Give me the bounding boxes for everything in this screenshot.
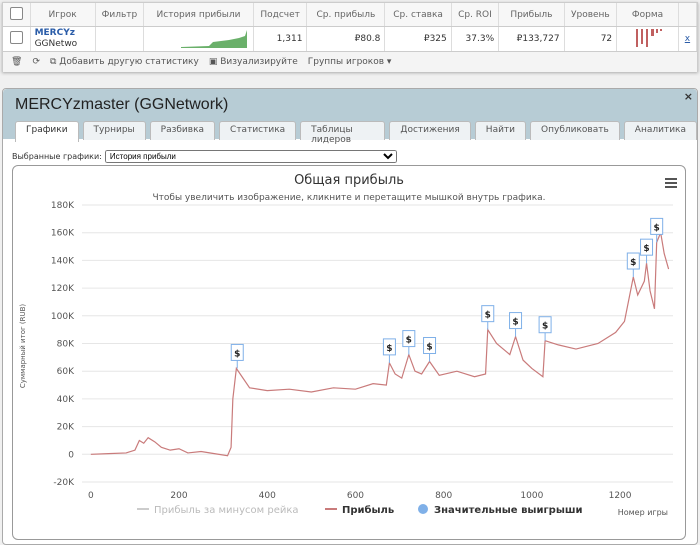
column-header[interactable]: Прибыль	[498, 3, 565, 27]
x-tick-label: 1200	[609, 491, 632, 501]
selected-charts-select[interactable]: История прибыли	[104, 150, 397, 163]
tab-6[interactable]: Найти	[474, 121, 527, 140]
tab-4[interactable]: Таблицы лидеров	[300, 121, 386, 145]
player-groups-dropdown[interactable]: Группы игроков ▾	[308, 57, 392, 67]
row-checkbox[interactable]	[9, 31, 23, 44]
marker-label: $	[654, 223, 660, 233]
tab-7[interactable]: Опубликовать	[530, 121, 620, 140]
visualize-button[interactable]: ▣ Визуализируйте	[209, 57, 298, 67]
profit-cell: ₽133,727	[498, 26, 565, 52]
legend-item: Прибыль	[342, 504, 394, 516]
add-stat-label: Добавить другую статистику	[59, 57, 199, 67]
y-axis-label: Суммарный итог (RUB)	[19, 304, 27, 389]
tab-0[interactable]: Графики	[15, 121, 79, 142]
y-tick-label: 120K	[51, 284, 75, 294]
chart-title: Общая прибыль	[294, 173, 404, 188]
marker-label: $	[386, 344, 392, 354]
y-tick-label: 100K	[51, 312, 75, 322]
marker-label: $	[512, 318, 518, 328]
column-header[interactable]: Подсчет	[253, 3, 308, 27]
select-all-header	[3, 3, 31, 27]
y-tick-label: -20K	[53, 478, 75, 488]
tab-2[interactable]: Разбивка	[149, 121, 216, 140]
window-title: MERCYzmaster (GGNetwork)	[15, 96, 229, 113]
y-tick-label: 60K	[57, 367, 75, 377]
x-tick-label: 0	[88, 491, 94, 501]
column-header[interactable]: Ср. ставка	[384, 3, 452, 27]
marker-label: $	[485, 311, 491, 321]
y-tick-label: 20K	[57, 423, 75, 433]
marker-label: $	[630, 258, 636, 268]
legend-symbol	[418, 504, 428, 514]
y-tick-label: 140K	[51, 256, 75, 266]
marker-label: $	[406, 336, 412, 346]
column-header[interactable]: Форма	[616, 3, 679, 27]
tab-8[interactable]: Аналитика	[623, 121, 697, 140]
chart-container: -20K 0 20K 40K 60K 80K 100K 120K 140K 160K 180K 0 20…	[12, 165, 686, 540]
column-header[interactable]: Ср. ROI	[451, 3, 500, 27]
selected-charts-label: Выбранные графики:	[12, 152, 102, 161]
marker-label: $	[643, 244, 649, 254]
avg-stake-cell: ₽325	[384, 26, 452, 52]
player-link[interactable]: MERCYz	[35, 28, 75, 38]
level-cell: 72	[564, 26, 618, 52]
y-tick-label: 40K	[57, 395, 75, 405]
y-tick-label: 80K	[57, 340, 75, 350]
player-window: MERCYzmaster (GGNetwork) × Графики Турнир…	[2, 88, 698, 545]
marker-label: $	[542, 322, 548, 332]
column-header[interactable]: Уровень	[564, 3, 618, 27]
column-header[interactable]: Игрок	[30, 3, 96, 27]
avg-roi-cell: 37.3%	[451, 26, 500, 52]
x-axis-label: Номер игры	[618, 508, 668, 517]
column-header[interactable]: Ср. прибыль	[306, 3, 386, 27]
close-icon[interactable]: ×	[684, 90, 693, 103]
column-header[interactable]: Фильтр	[95, 3, 145, 27]
stats-table-panel: Игрок Фильтр История прибыли Подсчет Ср. при…	[2, 2, 698, 72]
profit-chart[interactable]: -20K 0 20K 40K 60K 80K 100K 120K 140K 160K 180K 0 20…	[13, 166, 685, 539]
marker-label: $	[234, 349, 240, 359]
form-chart	[635, 28, 662, 47]
y-tick-label: 180K	[51, 201, 75, 211]
x-tick-label: 400	[259, 491, 276, 501]
column-header[interactable]: История прибыли	[143, 3, 254, 27]
chart-subtitle: Чтобы увеличить изображение, кликните и …	[152, 193, 545, 203]
y-tick-label: 0	[68, 450, 74, 460]
x-tick-label: 800	[435, 491, 452, 501]
tab-5[interactable]: Достижения	[389, 121, 471, 140]
profit-line	[90, 230, 670, 457]
profit-history-sparkline	[180, 29, 247, 48]
x-tick-label: 1000	[520, 491, 543, 501]
x-tick-label: 200	[170, 491, 187, 501]
select-all-checkbox[interactable]	[9, 6, 23, 20]
remove-row-button[interactable]: x	[685, 34, 690, 44]
marker-label: $	[426, 343, 432, 353]
legend-item: Значительные выигрыши	[434, 505, 583, 516]
tab-3[interactable]: Статистика	[219, 121, 297, 140]
visualize-label: Визуализируйте	[220, 57, 298, 67]
x-tick-label: 600	[347, 491, 364, 501]
y-tick-label: 160K	[51, 229, 75, 239]
add-stat-button[interactable]: ⧉ Добавить другую статистику	[50, 57, 199, 67]
tab-1[interactable]: Турниры	[82, 121, 146, 140]
count-cell: 1,311	[253, 26, 308, 52]
legend-item: Прибыль за минусом рейка	[154, 505, 299, 516]
network-name: GGNetwo	[34, 39, 78, 49]
trash-icon[interactable]: 🗑	[11, 57, 22, 67]
refresh-icon[interactable]: ⟳	[32, 57, 40, 67]
player-groups-label: Группы игроков	[307, 57, 385, 67]
avg-profit-cell: ₽80.8	[306, 26, 386, 52]
